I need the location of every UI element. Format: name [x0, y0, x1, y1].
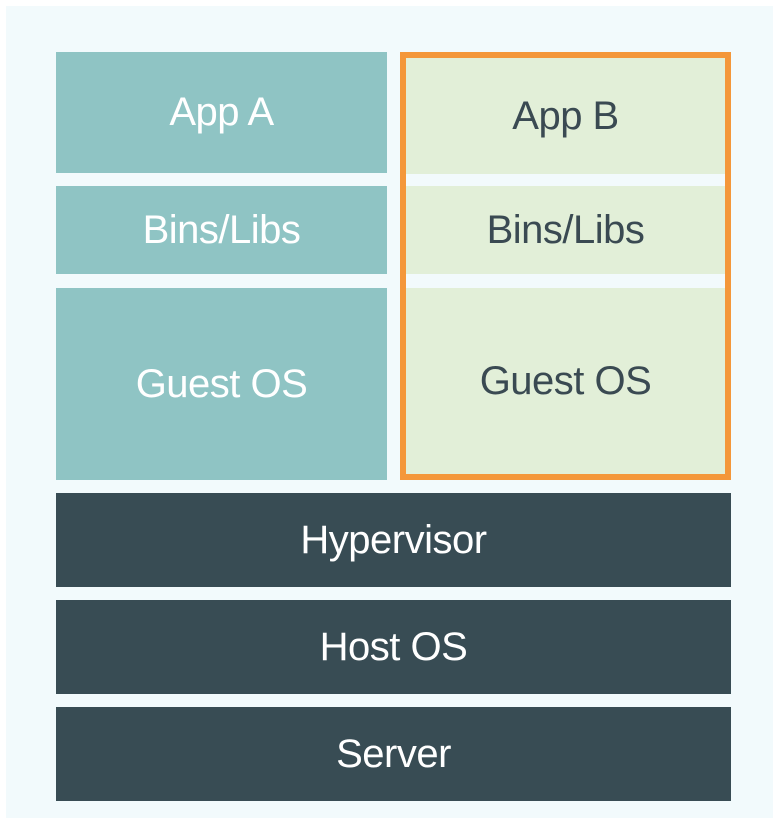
server-block: Server	[56, 707, 731, 801]
guest-os-b-block: Guest OS	[406, 288, 725, 474]
bins-libs-a-label: Bins/Libs	[142, 207, 301, 252]
bins-libs-b-label: Bins/Libs	[486, 207, 645, 252]
hypervisor-label: Hypervisor	[300, 517, 487, 562]
bins-libs-a-block: Bins/Libs	[56, 186, 387, 274]
app-a-label: App A	[169, 90, 274, 134]
server-label: Server	[336, 731, 451, 776]
hypervisor-block: Hypervisor	[56, 493, 731, 587]
guest-os-a-block: Guest OS	[56, 288, 387, 480]
guest-os-b-label: Guest OS	[479, 358, 652, 403]
app-a-block: App A	[56, 52, 387, 173]
bins-libs-b-block: Bins/Libs	[406, 186, 725, 274]
guest-os-a-label: Guest OS	[135, 361, 308, 406]
app-b-label: App B	[512, 93, 619, 138]
host-os-block: Host OS	[56, 600, 731, 694]
host-os-label: Host OS	[319, 624, 468, 669]
app-b-block: App B	[406, 58, 725, 174]
diagram-canvas: App A Bins/Libs Guest OS App B Bins/Libs…	[0, 0, 779, 824]
